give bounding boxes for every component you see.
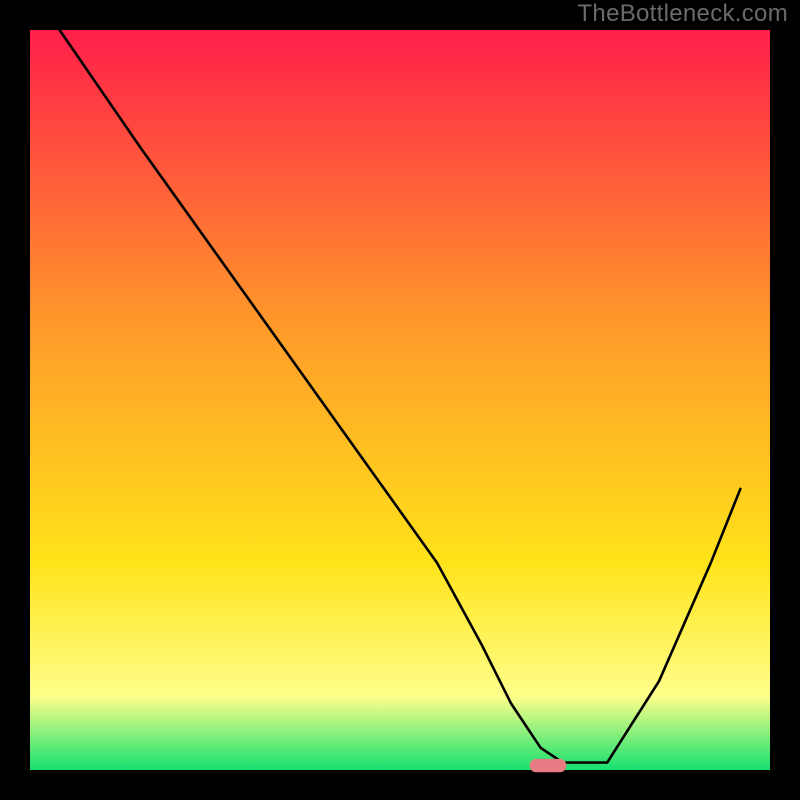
watermark-text: TheBottleneck.com [577,0,788,28]
chart-frame: { "watermark": "TheBottleneck.com", "cha… [0,0,800,800]
optimal-marker [530,759,567,772]
gradient-background [30,30,770,770]
chart-svg [0,0,800,800]
